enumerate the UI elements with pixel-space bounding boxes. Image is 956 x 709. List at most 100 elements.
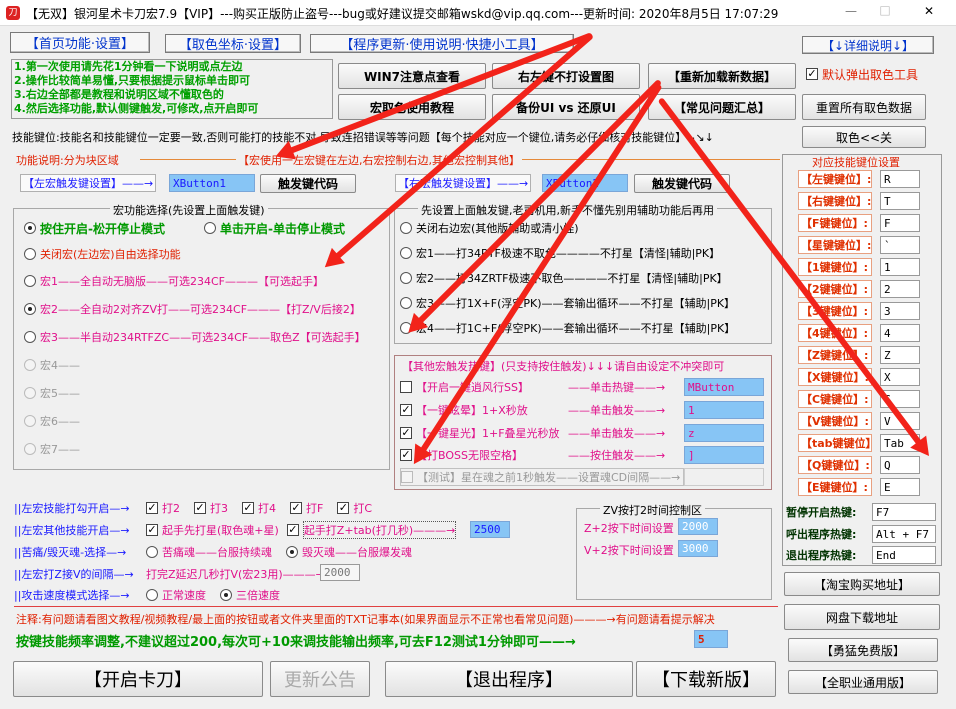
left-trigger-code-button[interactable]: 触发键代码 [260,174,356,193]
free-version-button[interactable]: 【勇猛免费版】 [788,638,938,662]
checkbox-icon[interactable]: ✓ [146,524,158,536]
tab-color[interactable]: 【取色坐标·设置】 [165,34,301,53]
macro-option[interactable]: 关闭宏(左边宏)自由选择功能 [24,246,181,262]
radio-icon[interactable] [400,272,412,284]
checkbox-icon[interactable]: ✓ [290,502,302,514]
other-macro-key-input[interactable] [684,468,764,486]
tab-update[interactable]: 【程序更新·使用说明·快捷小工具】 [310,34,574,53]
radio-icon[interactable] [286,546,298,558]
other-macro-key-input[interactable]: 1 [684,401,764,419]
macro-option[interactable]: 宏5—— [24,385,80,401]
macro-option[interactable]: 宏1——全自动无脑版——可选234CF———【可选起手】 [24,273,324,289]
start-button[interactable]: 【开启卡刀】 [13,661,263,697]
zv-v-input[interactable]: 3000 [678,540,718,557]
right-macro-option[interactable]: 关闭右边宏(其他版辅助或清小怪) [400,220,579,236]
radio-icon[interactable] [24,359,36,371]
reload-data-button[interactable]: 【重新加载新数据】 [648,63,796,89]
opening-z-tab-input[interactable]: 2500 [470,521,510,538]
maximize-button[interactable]: □ [870,3,900,17]
keymap-input[interactable]: Z [880,346,920,364]
keymap-input[interactable]: E [880,478,920,496]
checkbox-icon[interactable]: ✓ [337,502,350,514]
close-button[interactable]: ✕ [914,4,944,18]
radio-icon[interactable] [400,247,412,259]
checkbox-icon[interactable]: ✓ [806,68,818,80]
radio-icon[interactable] [24,275,36,287]
mode-click-radio[interactable]: 单击开启-单击停止模式 [204,220,345,236]
default-popup-checkbox[interactable]: ✓ 默认弹出取色工具 [806,66,918,82]
zv-z-input[interactable]: 2000 [678,518,718,535]
keymap-input[interactable]: 3 [880,302,920,320]
note-line: 2.操作比较简单易懂,只要根据提示鼠标单击即可 [14,74,251,87]
radio-icon[interactable] [146,546,158,558]
macro-option[interactable]: 宏6—— [24,413,80,429]
checkbox-icon[interactable]: ✓ [286,524,299,536]
left-trigger-input[interactable]: XButton1 [169,174,255,192]
macro-option[interactable]: 宏2——全自动2对齐ZV打——可选234CF———【打Z/V后接2】 [24,301,361,317]
checkbox-icon[interactable]: ✓ [400,427,412,439]
keymap-input[interactable]: 2 [880,280,920,298]
keymap-input[interactable]: F [880,214,920,232]
checkbox-icon[interactable]: ✓ [400,404,412,416]
right-macro-option[interactable]: 宏4——打1C+F(浮空PK)——套输出循环——不打星【辅助|PK】 [400,320,735,336]
checkbox-icon[interactable]: ✓ [194,502,206,514]
freq-input[interactable]: 5 [694,630,728,648]
tab-home[interactable]: 【首页功能·设置】 [10,32,150,53]
mode-hold-radio[interactable]: 按住开启-松开停止模式 [24,220,165,236]
other-macro-row[interactable]: 【开启一键逍风行SS】 ——单击热键——→ [400,378,665,396]
note-line: 3.右边全部都是教程和说明区域不懂取色的 [14,88,224,101]
other-macro-row[interactable]: ✓ 【打BOSS无限空格】 ——按住触发——→ [400,446,665,464]
radio-icon[interactable] [24,387,36,399]
other-macro-label: 【一键眩晕】1+X秒放 [416,404,528,417]
keymap-input[interactable]: 4 [880,324,920,342]
radio-icon[interactable] [146,589,158,601]
netdisk-button[interactable]: 网盘下载地址 [784,604,940,630]
checkbox-icon[interactable]: ✓ [146,502,158,514]
reset-colors-button[interactable]: 重置所有取色数据 [802,94,926,120]
checkbox-icon[interactable]: ✓ [242,502,254,514]
hotkey-input[interactable]: Alt + F7 [872,525,936,543]
right-macro-option[interactable]: 宏1——打34RTF极速不取色————不打星【清怪|辅助|PK】 [400,245,720,261]
all-class-button[interactable]: 【全职业通用版】 [788,670,938,694]
radio-icon[interactable] [400,222,412,234]
news-button[interactable]: 更新公告 [270,661,370,697]
minimize-button[interactable]: — [836,4,866,18]
hotkey-input[interactable]: End [872,546,936,564]
radio-icon[interactable] [24,248,36,260]
zv-interval-label: ||左宏打Z接V的间隔—→ [14,568,134,581]
radio-icon[interactable] [24,443,36,455]
macro-option[interactable]: 宏4—— [24,357,80,373]
right-macro-option[interactable]: 宏2——打34ZRTF极速不取色————不打星【清怪|辅助|PK】 [400,270,728,286]
keymap-input[interactable]: R [880,170,920,188]
hotkey-label: 暂停开启热键: [786,506,857,519]
right-macro-option[interactable]: 宏3——打1X+F(浮空PK)——套输出循环——不打星【辅助|PK】 [400,295,735,311]
keymap-input[interactable]: Q [880,456,920,474]
radio-icon[interactable] [400,297,412,309]
exit-button[interactable]: 【退出程序】 [385,661,633,697]
other-macro-key-input[interactable]: MButton [684,378,764,396]
other-macro-key-input[interactable]: ] [684,446,764,464]
radio-icon[interactable] [24,222,36,234]
radio-icon[interactable] [24,331,36,343]
radio-icon[interactable] [204,222,216,234]
taobao-button[interactable]: 【淘宝购买地址】 [784,572,940,596]
keymap-input[interactable]: 1 [880,258,920,276]
zv-interval-input[interactable]: 2000 [320,564,360,581]
keymap-input[interactable]: ` [880,236,920,254]
pick-close-button[interactable]: 取色<<关 [802,126,926,148]
radio-icon[interactable] [24,415,36,427]
other-macro-key-input[interactable]: z [684,424,764,442]
keymap-input[interactable]: X [880,368,920,386]
keymap-input[interactable]: T [880,192,920,210]
other-macro-row[interactable]: 【测试】星在魂之前1秒触发——设置魂CD间隔——→ [400,468,685,486]
detail-button[interactable]: 【↓详细说明↓】 [802,36,934,54]
radio-icon[interactable] [220,589,232,601]
checkbox-icon[interactable] [400,381,412,393]
radio-icon[interactable] [24,303,36,315]
download-button[interactable]: 【下载新版】 [636,661,776,697]
checkbox-icon[interactable] [401,471,413,483]
notice-divider [14,606,778,607]
macro-option[interactable]: 宏7—— [24,441,80,457]
hotkey-input[interactable]: F7 [872,503,936,521]
macro-option[interactable]: 宏3——半自动234RTFZC——可选234CF——取色Z【可选起手】 [24,329,366,345]
